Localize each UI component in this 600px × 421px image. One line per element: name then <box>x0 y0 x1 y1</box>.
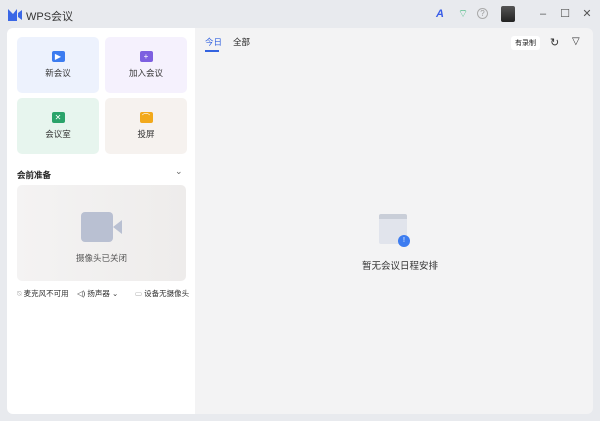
title-bar: WPS会议 A ⌔ ? – ☐ ✕ <box>0 0 600 28</box>
recording-filter-button[interactable]: 有录制 <box>511 36 540 50</box>
app-title: WPS会议 <box>26 11 74 23</box>
tile-label: 加入会议 <box>128 68 163 78</box>
avatar[interactable] <box>501 6 515 22</box>
empty-state-text: 暂无会议日程安排 <box>361 261 438 272</box>
speaker-icon: ◁) <box>77 289 88 298</box>
camera-preview: 摄像头已关闭 <box>17 185 186 281</box>
video-camera-icon: ▶ <box>51 51 65 62</box>
join-meeting-tile[interactable]: + 加入会议 <box>105 37 187 93</box>
section-title: 会前准备 <box>17 170 52 180</box>
tab-today[interactable]: 今日 <box>205 36 222 48</box>
speaker-select[interactable]: ◁) 扬声器 ⌄ <box>77 288 118 299</box>
camera-off-icon <box>81 212 122 242</box>
wifi-icon[interactable]: ⌔ <box>456 8 470 20</box>
refresh-icon[interactable]: ↻ <box>550 36 559 49</box>
screen-cast-tile[interactable]: ⌒ 投屏 <box>105 98 187 154</box>
join-plus-icon: + <box>139 51 153 62</box>
meeting-room-tile[interactable]: ✕ 会议室 <box>17 98 99 154</box>
tab-all[interactable]: 全部 <box>233 36 250 48</box>
help-icon[interactable]: ? <box>477 8 488 19</box>
speed-icon[interactable]: A <box>433 8 447 20</box>
tile-label: 会议室 <box>45 129 71 139</box>
info-badge-icon: ! <box>398 235 410 247</box>
close-button[interactable]: ✕ <box>580 8 594 20</box>
screen-cast-icon: ⌒ <box>139 112 153 123</box>
maximize-button[interactable]: ☐ <box>558 8 572 20</box>
wps-meeting-logo-icon <box>8 9 22 21</box>
camera-device-status[interactable]: ▭ 设备无摄像头 <box>135 288 189 299</box>
active-tab-indicator <box>205 50 219 52</box>
filter-icon[interactable]: ▽ <box>572 36 580 47</box>
meeting-room-icon: ✕ <box>51 112 65 123</box>
mic-off-icon: ⍉ <box>17 289 24 298</box>
chevron-down-icon[interactable]: ⌄ <box>175 166 183 177</box>
camera-icon: ▭ <box>135 289 145 298</box>
mic-status[interactable]: ⍉ 麦克风不可用 <box>17 288 69 299</box>
camera-status: 摄像头已关闭 <box>75 253 127 263</box>
new-meeting-tile[interactable]: ▶ 新会议 <box>17 37 99 93</box>
tile-label: 投屏 <box>137 129 155 139</box>
minimize-button[interactable]: – <box>536 8 550 20</box>
tile-label: 新会议 <box>45 68 71 78</box>
